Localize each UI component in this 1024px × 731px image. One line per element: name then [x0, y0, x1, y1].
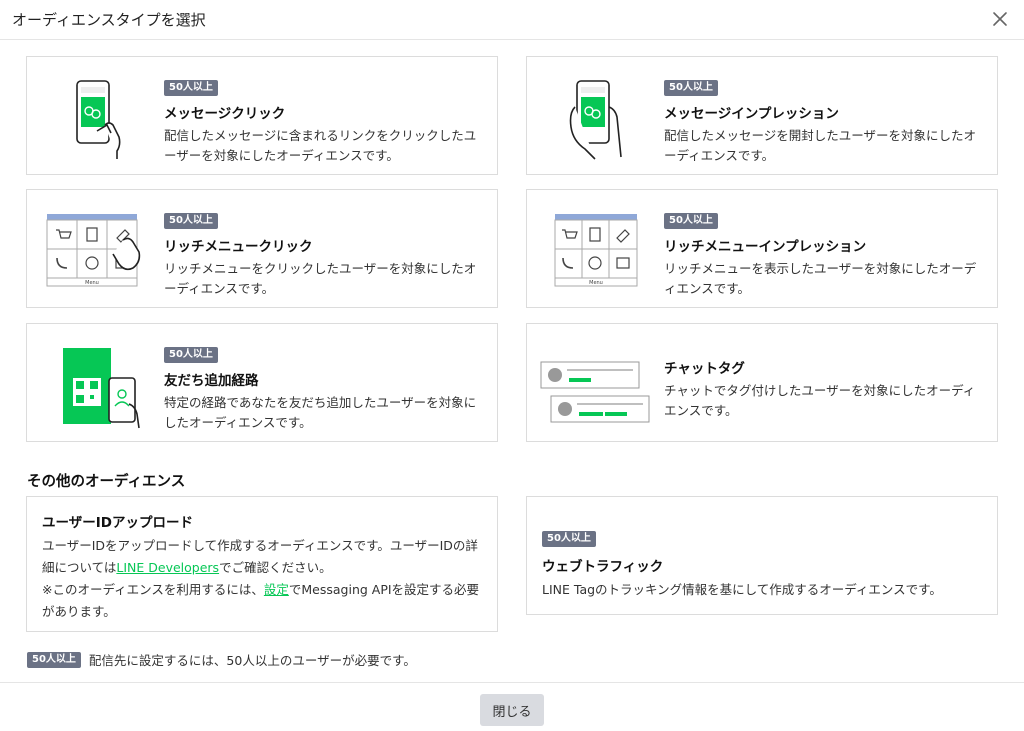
card-description: 特定の経路であなたを友だち追加したユーザーを対象にしたオーディエンスです。	[164, 395, 477, 430]
card-title: 友だち追加経路	[164, 373, 259, 389]
card-title: ユーザーIDアップロード	[42, 515, 193, 531]
richmenu-label: Menu	[589, 280, 603, 286]
modal-footer: 閉じる	[0, 682, 1024, 731]
audience-card-message-impression[interactable]: 50人以上 メッセージインプレッション 配信したメッセージを開封したユーザーを対…	[526, 56, 998, 175]
card-title: リッチメニューインプレッション	[664, 239, 867, 255]
min-50-badge: 50人以上	[164, 347, 218, 363]
audience-card-richmenu-impression[interactable]: Menu 50人以上 リッチメニューインプレッション リッチメニューを表示したユ…	[526, 189, 998, 308]
min-50-badge: 50人以上	[164, 80, 218, 96]
audience-card-chat-tag[interactable]: チャットタグ チャットでタグ付けしたユーザーを対象にしたオーディエンスです。	[526, 323, 998, 442]
min-50-badge: 50人以上	[542, 531, 596, 547]
card-description: 配信したメッセージを開封したユーザーを対象にしたオーディエンスです。	[664, 128, 977, 163]
min-users-note-text: 配信先に設定するには、50人以上のユーザーが必要です。	[88, 653, 416, 668]
line-developers-link[interactable]: LINE Developers	[116, 560, 219, 575]
richmenu-tap-illustration: Menu	[46, 214, 141, 287]
modal-header: オーディエンスタイプを選択	[0, 0, 1024, 40]
phone-hold-illustration	[569, 80, 622, 160]
min-50-badge: 50人以上	[27, 651, 81, 668]
card-title: メッセージインプレッション	[664, 106, 839, 122]
qr-friend-add-illustration	[63, 348, 140, 429]
phone-tap-illustration	[76, 80, 121, 159]
card-description: LINE Tagのトラッキング情報を基にして作成するオーディエンスです。	[542, 582, 942, 597]
min-50-badge: 50人以上	[664, 80, 718, 96]
card-title: ウェブトラフィック	[542, 559, 664, 575]
min-50-badge: 50人以上	[164, 213, 218, 229]
audience-card-userid-upload[interactable]: ユーザーIDアップロード ユーザーIDをアップロードして作成するオーディエンスで…	[26, 496, 498, 632]
card-description: リッチメニューを表示したユーザーを対象にしたオーディエンスです。	[664, 261, 977, 296]
close-button[interactable]: 閉じる	[480, 694, 544, 726]
close-icon[interactable]	[990, 9, 1010, 29]
modal-title: オーディエンスタイプを選択	[12, 11, 206, 29]
other-audience-section-title: その他のオーディエンス	[27, 474, 186, 490]
chat-tag-illustration	[540, 361, 650, 423]
settings-link[interactable]: 設定	[264, 582, 289, 597]
richmenu-label: Menu	[85, 280, 99, 286]
card-description: チャットでタグ付けしたユーザーを対象にしたオーディエンスです。	[664, 383, 976, 418]
audience-card-richmenu-click[interactable]: Menu 50人以上 リッチメニュークリック リッチメニューをクリックしたユーザ…	[26, 189, 498, 308]
richmenu-illustration: Menu	[554, 214, 638, 287]
card-title: メッセージクリック	[164, 106, 286, 122]
card-title: リッチメニュークリック	[164, 239, 313, 255]
min-50-badge: 50人以上	[664, 213, 718, 229]
card-description: リッチメニューをクリックしたユーザーを対象にしたオーディエンスです。	[164, 261, 477, 296]
card-description: 配信したメッセージに含まれるリンクをクリックしたユーザーを対象にしたオーディエン…	[164, 128, 477, 163]
card-note: ※このオーディエンスを利用するには、	[42, 582, 264, 597]
audience-card-message-click[interactable]: 50人以上 メッセージクリック 配信したメッセージに含まれるリンクをクリックした…	[26, 56, 498, 175]
min-users-note: 50人以上 配信先に設定するには、50人以上のユーザーが必要です。	[27, 650, 416, 669]
audience-card-web-traffic[interactable]: 50人以上 ウェブトラフィック LINE Tagのトラッキング情報を基にして作成…	[526, 496, 998, 615]
audience-card-friend-path[interactable]: 50人以上 友だち追加経路 特定の経路であなたを友だち追加したユーザーを対象にし…	[26, 323, 498, 442]
card-title: チャットタグ	[664, 361, 745, 377]
